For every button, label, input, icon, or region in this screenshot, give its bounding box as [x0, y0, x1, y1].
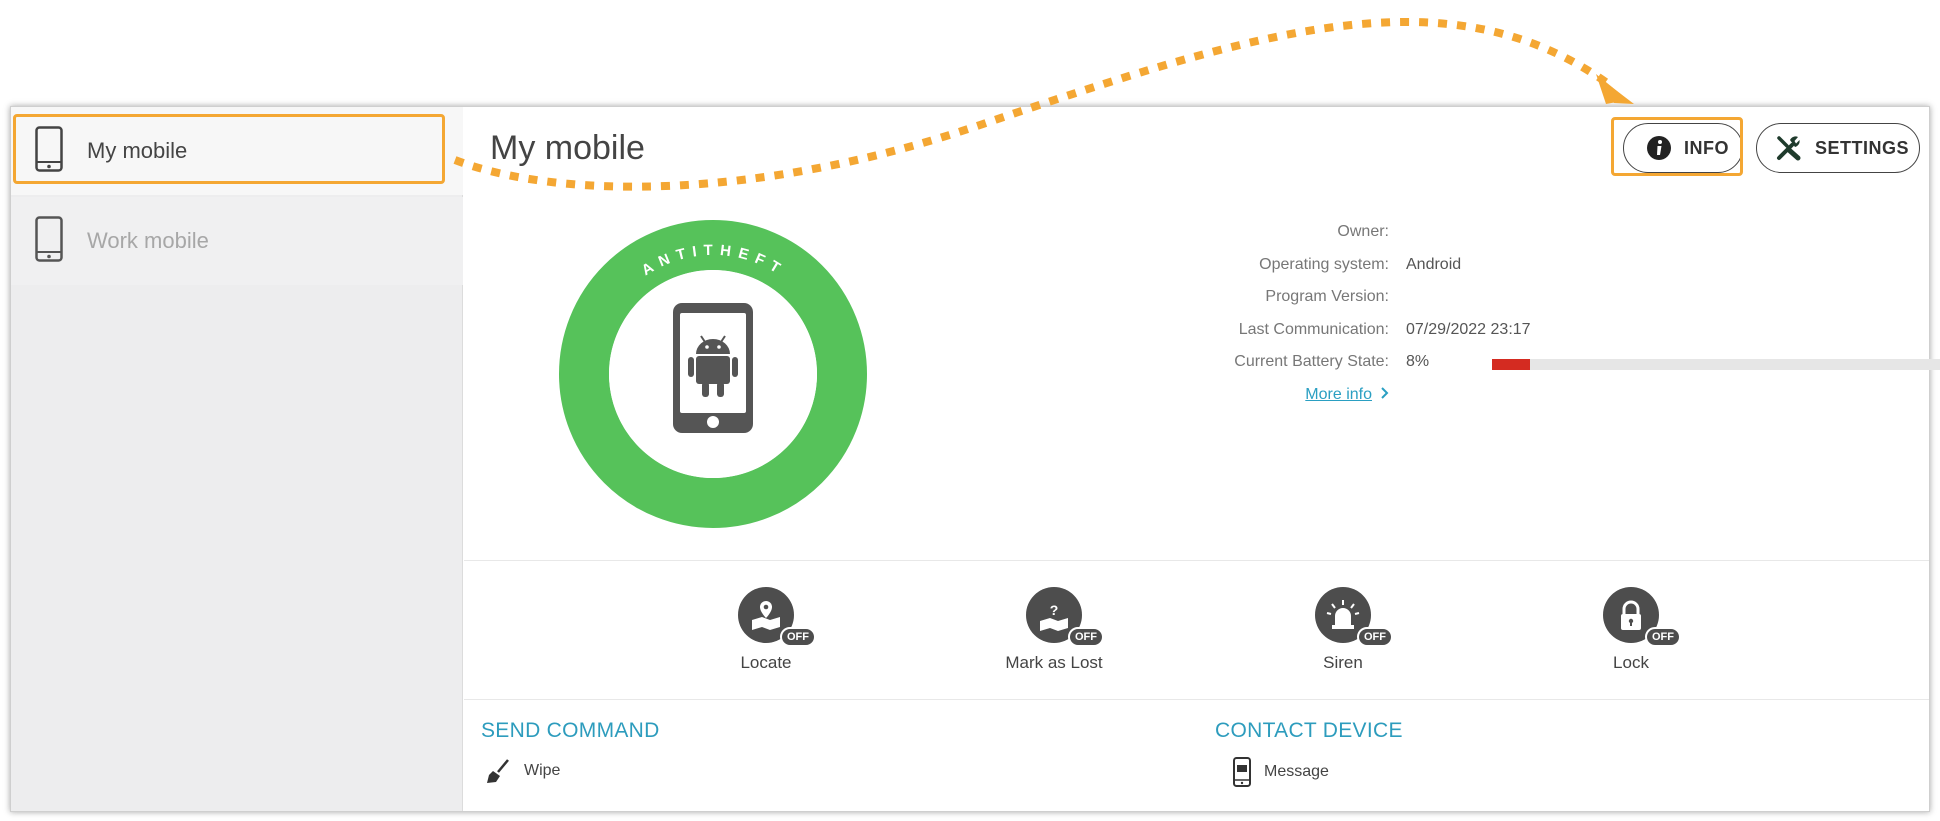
battery-value: 8% [1406, 353, 1430, 370]
mark-as-lost-label: Mark as Lost [1005, 653, 1103, 672]
antitheft-badge: ANTITHEFT [559, 220, 867, 528]
info-row-version: Program Version: [1164, 288, 1924, 321]
locate-map-pin-icon: OFF [738, 587, 816, 647]
info-row-battery: Current Battery State: 8% [1164, 353, 1940, 386]
locate-status-badge: OFF [780, 627, 816, 647]
device-label: Work mobile [87, 228, 209, 253]
divider [464, 560, 1929, 561]
message-command[interactable]: Message [1232, 757, 1329, 787]
divider [464, 699, 1929, 700]
phone-message-icon [1233, 757, 1251, 787]
page-title: My mobile [490, 129, 645, 167]
device-item-my-mobile[interactable]: My mobile [11, 107, 463, 195]
chevron-right-icon [1380, 386, 1389, 405]
screenshot-stage: My mobile Work mobile My mobile INFO SET… [0, 0, 1940, 821]
svg-text:?: ? [1050, 602, 1059, 618]
siren-action[interactable]: OFF Siren [1263, 587, 1423, 673]
lock-label: Lock [1613, 653, 1649, 672]
battery-label: Current Battery State: [1234, 353, 1389, 370]
info-row-more-info: More info [1164, 386, 1924, 419]
info-button-label: INFO [1684, 137, 1729, 158]
more-info-label: More info [1305, 386, 1372, 403]
last-communication-label: Last Communication: [1238, 320, 1389, 338]
settings-button-label: SETTINGS [1815, 137, 1910, 158]
wipe-label: Wipe [524, 762, 561, 779]
device-info-list: Owner: Operating system: Android Program… [1164, 223, 1940, 419]
message-label: Message [1264, 763, 1329, 780]
info-icon [1647, 136, 1671, 160]
antitheft-window: My mobile Work mobile My mobile INFO SET… [10, 106, 1940, 812]
more-info-link[interactable]: More info [1305, 386, 1389, 405]
siren-label: Siren [1323, 653, 1363, 672]
locate-label: Locate [740, 653, 792, 672]
broom-icon [487, 759, 509, 783]
send-command-title: SEND COMMAND [481, 719, 660, 742]
mark-lost-question-icon: ? OFF [1026, 587, 1104, 647]
lock-status-badge: OFF [1645, 627, 1681, 647]
battery-bar [1492, 359, 1940, 370]
os-value: Android [1406, 255, 1462, 273]
android-phone-icon [673, 303, 753, 433]
info-row-os: Operating system: Android [1164, 256, 1924, 289]
info-row-last-communication: Last Communication: 07/29/2022 23:17 [1164, 321, 1924, 354]
mobile-phone-icon [35, 216, 63, 262]
wipe-command[interactable]: Wipe [484, 757, 560, 785]
battery-bar-fill [1492, 359, 1530, 370]
owner-label: Owner: [1337, 223, 1389, 240]
locate-action[interactable]: OFF Locate [686, 587, 846, 673]
last-communication-value: 07/29/2022 23:17 [1406, 320, 1531, 338]
device-sidebar: My mobile Work mobile [11, 107, 463, 811]
padlock-icon: OFF [1603, 587, 1681, 647]
device-detail-panel: My mobile INFO SETTINGS ANTITHEFT Owner:… [464, 107, 1940, 811]
tools-icon [1777, 136, 1801, 161]
siren-status-badge: OFF [1357, 627, 1393, 647]
contact-device-title: CONTACT DEVICE [1215, 719, 1403, 742]
info-row-owner: Owner: [1164, 223, 1924, 256]
mobile-phone-icon [35, 126, 63, 172]
device-item-work-mobile[interactable]: Work mobile [11, 197, 463, 285]
info-button[interactable]: INFO [1623, 123, 1743, 173]
siren-icon: OFF [1315, 587, 1393, 647]
mark-as-lost-action[interactable]: ? OFF Mark as Lost [974, 587, 1134, 673]
device-label: My mobile [87, 138, 188, 163]
os-label: Operating system: [1259, 255, 1389, 273]
settings-button[interactable]: SETTINGS [1756, 123, 1920, 173]
mark-as-lost-status-badge: OFF [1068, 627, 1104, 647]
version-label: Program Version: [1265, 288, 1389, 305]
lock-action[interactable]: OFF Lock [1551, 587, 1711, 673]
